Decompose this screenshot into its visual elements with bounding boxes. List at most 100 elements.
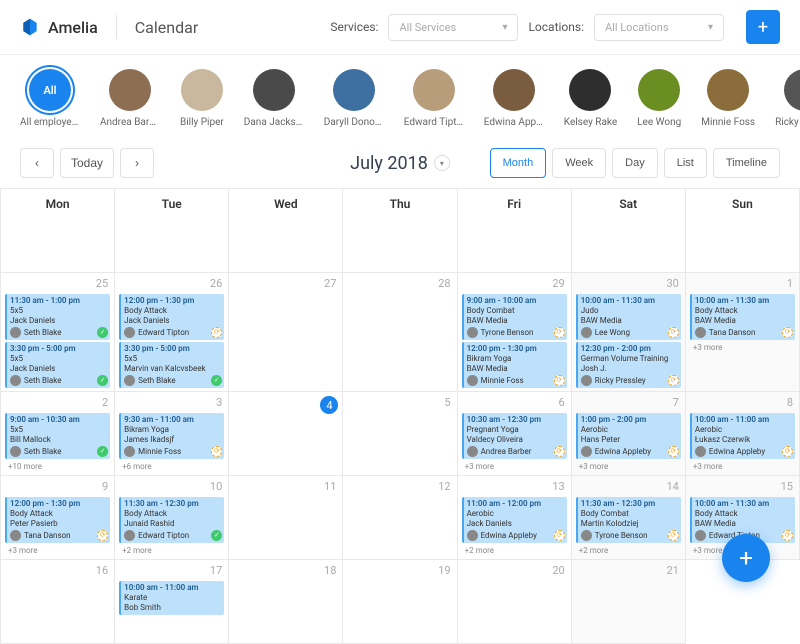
day-cell[interactable]: 610:30 am - 12:30 pmPregnant YogaValdecy… [458,392,572,476]
day-cell[interactable]: 5 [343,392,457,476]
day-cell[interactable]: 810:00 am - 11:00 amAerobicŁukasz Czerwi… [686,392,800,476]
more-link[interactable]: +3 more [5,545,110,556]
calendar-event[interactable]: 9:00 am - 10:30 am5x5Bill MallockSeth Bl… [5,413,110,459]
day-number: 19 [438,564,450,577]
day-number: 21 [666,564,678,577]
day-cell[interactable]: 2612:00 pm - 1:30 pmBody AttackJack Dani… [115,273,229,392]
more-link[interactable]: +3 more [462,461,567,472]
calendar-event[interactable]: 12:00 pm - 1:30 pmBody AttackPeter Pasie… [5,497,110,543]
locations-select[interactable]: All Locations ▾ [594,14,724,41]
day-cell[interactable]: 71:00 pm - 2:00 pmAerobicHans PeterEdwin… [572,392,686,476]
day-cell[interactable]: 12 [343,476,457,560]
pending-icon: ⟳ [554,446,565,457]
day-cell[interactable]: 912:00 pm - 1:30 pmBody AttackPeter Pasi… [1,476,115,560]
assignee-avatar [467,446,478,457]
fab-add-button[interactable]: + [722,534,770,582]
day-cell[interactable]: 20 [458,560,572,644]
day-cell[interactable]: 3010:00 am - 11:30 amJudoBAW MediaLee Wo… [572,273,686,392]
calendar-event[interactable]: 10:00 am - 11:00 amAerobicŁukasz Czerwik… [690,413,795,459]
calendar-event[interactable]: 9:00 am - 10:00 amBody CombatBAW MediaTy… [462,294,567,340]
chevron-down-icon: ▾ [502,22,507,33]
employee-7[interactable]: Kelsey Rake [564,69,617,128]
calendar-event[interactable]: 12:30 pm - 2:00 pmGerman Volume Training… [576,342,681,388]
calendar-event[interactable]: 11:30 am - 12:30 pmBody AttackJunaid Ras… [119,497,224,543]
day-cell[interactable]: 27 [229,273,343,392]
calendar-event[interactable]: 11:30 am - 12:30 pmBody CombatMartin Kol… [576,497,681,543]
more-link[interactable]: +3 more [576,461,681,472]
day-cell[interactable]: 11 [229,476,343,560]
employee-9[interactable]: Minnie Foss [701,69,755,128]
calendar-event[interactable]: 11:30 am - 1:00 pm5x5Jack DanielsSeth Bl… [5,294,110,340]
day-cell[interactable]: 1710:00 am - 11:00 amKarateBob Smith [115,560,229,644]
day-cell[interactable]: 21 [572,560,686,644]
employee-0[interactable]: AllAll employees [20,69,80,128]
assignee-avatar [124,375,135,386]
calendar-event[interactable]: 11:00 am - 12:00 pmAerobicJack DanielsEd… [462,497,567,543]
more-link[interactable]: +2 more [576,545,681,556]
today-button[interactable]: Today [60,148,114,178]
view-week[interactable]: Week [552,148,606,178]
view-month[interactable]: Month [490,148,547,178]
day-number: 27 [324,277,336,290]
calendar-event[interactable]: 3:30 pm - 5:00 pm5x5Jack DanielsSeth Bla… [5,342,110,388]
day-cell[interactable]: 16 [1,560,115,644]
more-link[interactable]: +3 more [690,342,795,353]
employee-8[interactable]: Lee Wong [637,69,681,128]
weekday-header: Sat [572,189,686,273]
employee-name: Lee Wong [637,117,681,128]
day-cell[interactable]: 2511:30 am - 1:00 pm5x5Jack DanielsSeth … [1,273,115,392]
day-cell[interactable]: 19 [343,560,457,644]
calendar-event[interactable]: 3:30 pm - 5:00 pm5x5Marvin van Kalcvsbee… [119,342,224,388]
calendar-event[interactable]: 12:00 pm - 1:30 pmBody AttackJack Daniel… [119,294,224,340]
day-cell[interactable]: 110:00 am - 11:30 amBody AttackBAW Media… [686,273,800,392]
day-cell[interactable]: 28 [343,273,457,392]
day-cell[interactable]: 2 9:00 am - 10:30 am5x5Bill MallockSeth B… [1,392,115,476]
day-cell[interactable]: 1411:30 am - 12:30 pmBody CombatMartin K… [572,476,686,560]
day-cell[interactable]: 4 [229,392,343,476]
day-number: 2 [102,396,108,409]
employee-10[interactable]: Ricky Pressley [775,69,800,128]
day-cell[interactable]: 1311:00 am - 12:00 pmAerobicJack Daniels… [458,476,572,560]
calendar-event[interactable]: 9:30 am - 11:00 amBikram YogaJames Ikads… [119,413,224,459]
day-number: 12 [438,480,450,493]
more-link[interactable]: +3 more [690,461,795,472]
services-label: Services: [330,20,378,34]
calendar-event[interactable]: 10:30 am - 12:30 pmPregnant YogaValdecy … [462,413,567,459]
employee-3[interactable]: Dana Jackson [244,69,304,128]
more-link[interactable]: +10 more [5,461,110,472]
day-cell[interactable]: 39:30 am - 11:00 amBikram YogaJames Ikad… [115,392,229,476]
view-day[interactable]: Day [612,148,658,178]
pending-icon: ⟳ [554,375,565,386]
assignee-avatar [124,530,135,541]
services-select[interactable]: All Services ▾ [388,14,518,41]
day-cell[interactable]: 299:00 am - 10:00 amBody CombatBAW Media… [458,273,572,392]
employee-4[interactable]: Daryll Donov... [324,69,384,128]
assignee-avatar [695,530,706,541]
more-link[interactable]: +6 more [119,461,224,472]
employee-name: Edwina Appl... [484,117,544,128]
assignee-name: Minnie Foss [138,447,181,457]
employee-1[interactable]: Andrea Barber [100,69,160,128]
view-list[interactable]: List [664,148,707,178]
calendar-event[interactable]: 10:00 am - 11:30 amBody AttackBAW MediaT… [690,294,795,340]
employee-6[interactable]: Edwina Appl... [484,69,544,128]
calendar-event[interactable]: 1:00 pm - 2:00 pmAerobicHans PeterEdwina… [576,413,681,459]
calendar-title[interactable]: July 2018 ▾ [350,153,450,174]
add-button[interactable]: + [746,10,780,44]
day-cell[interactable]: 1011:30 am - 12:30 pmBody AttackJunaid R… [115,476,229,560]
day-cell[interactable]: 18 [229,560,343,644]
avatar [181,69,223,111]
avatar [784,69,800,111]
employee-2[interactable]: Billy Piper [180,69,224,128]
next-button[interactable]: › [120,148,154,178]
view-timeline[interactable]: Timeline [713,148,780,178]
pending-icon: ⟳ [668,530,679,541]
employee-5[interactable]: Edward Tipton [404,69,464,128]
more-link[interactable]: +2 more [119,545,224,556]
calendar-event[interactable]: 12:00 pm - 1:30 pmBikram YogaBAW MediaMi… [462,342,567,388]
prev-button[interactable]: ‹ [20,148,54,178]
more-link[interactable]: +2 more [462,545,567,556]
employee-name: Billy Piper [180,117,224,128]
calendar-event[interactable]: 10:00 am - 11:30 amJudoBAW MediaLee Wong… [576,294,681,340]
calendar-event[interactable]: 10:00 am - 11:00 amKarateBob Smith [119,581,224,615]
